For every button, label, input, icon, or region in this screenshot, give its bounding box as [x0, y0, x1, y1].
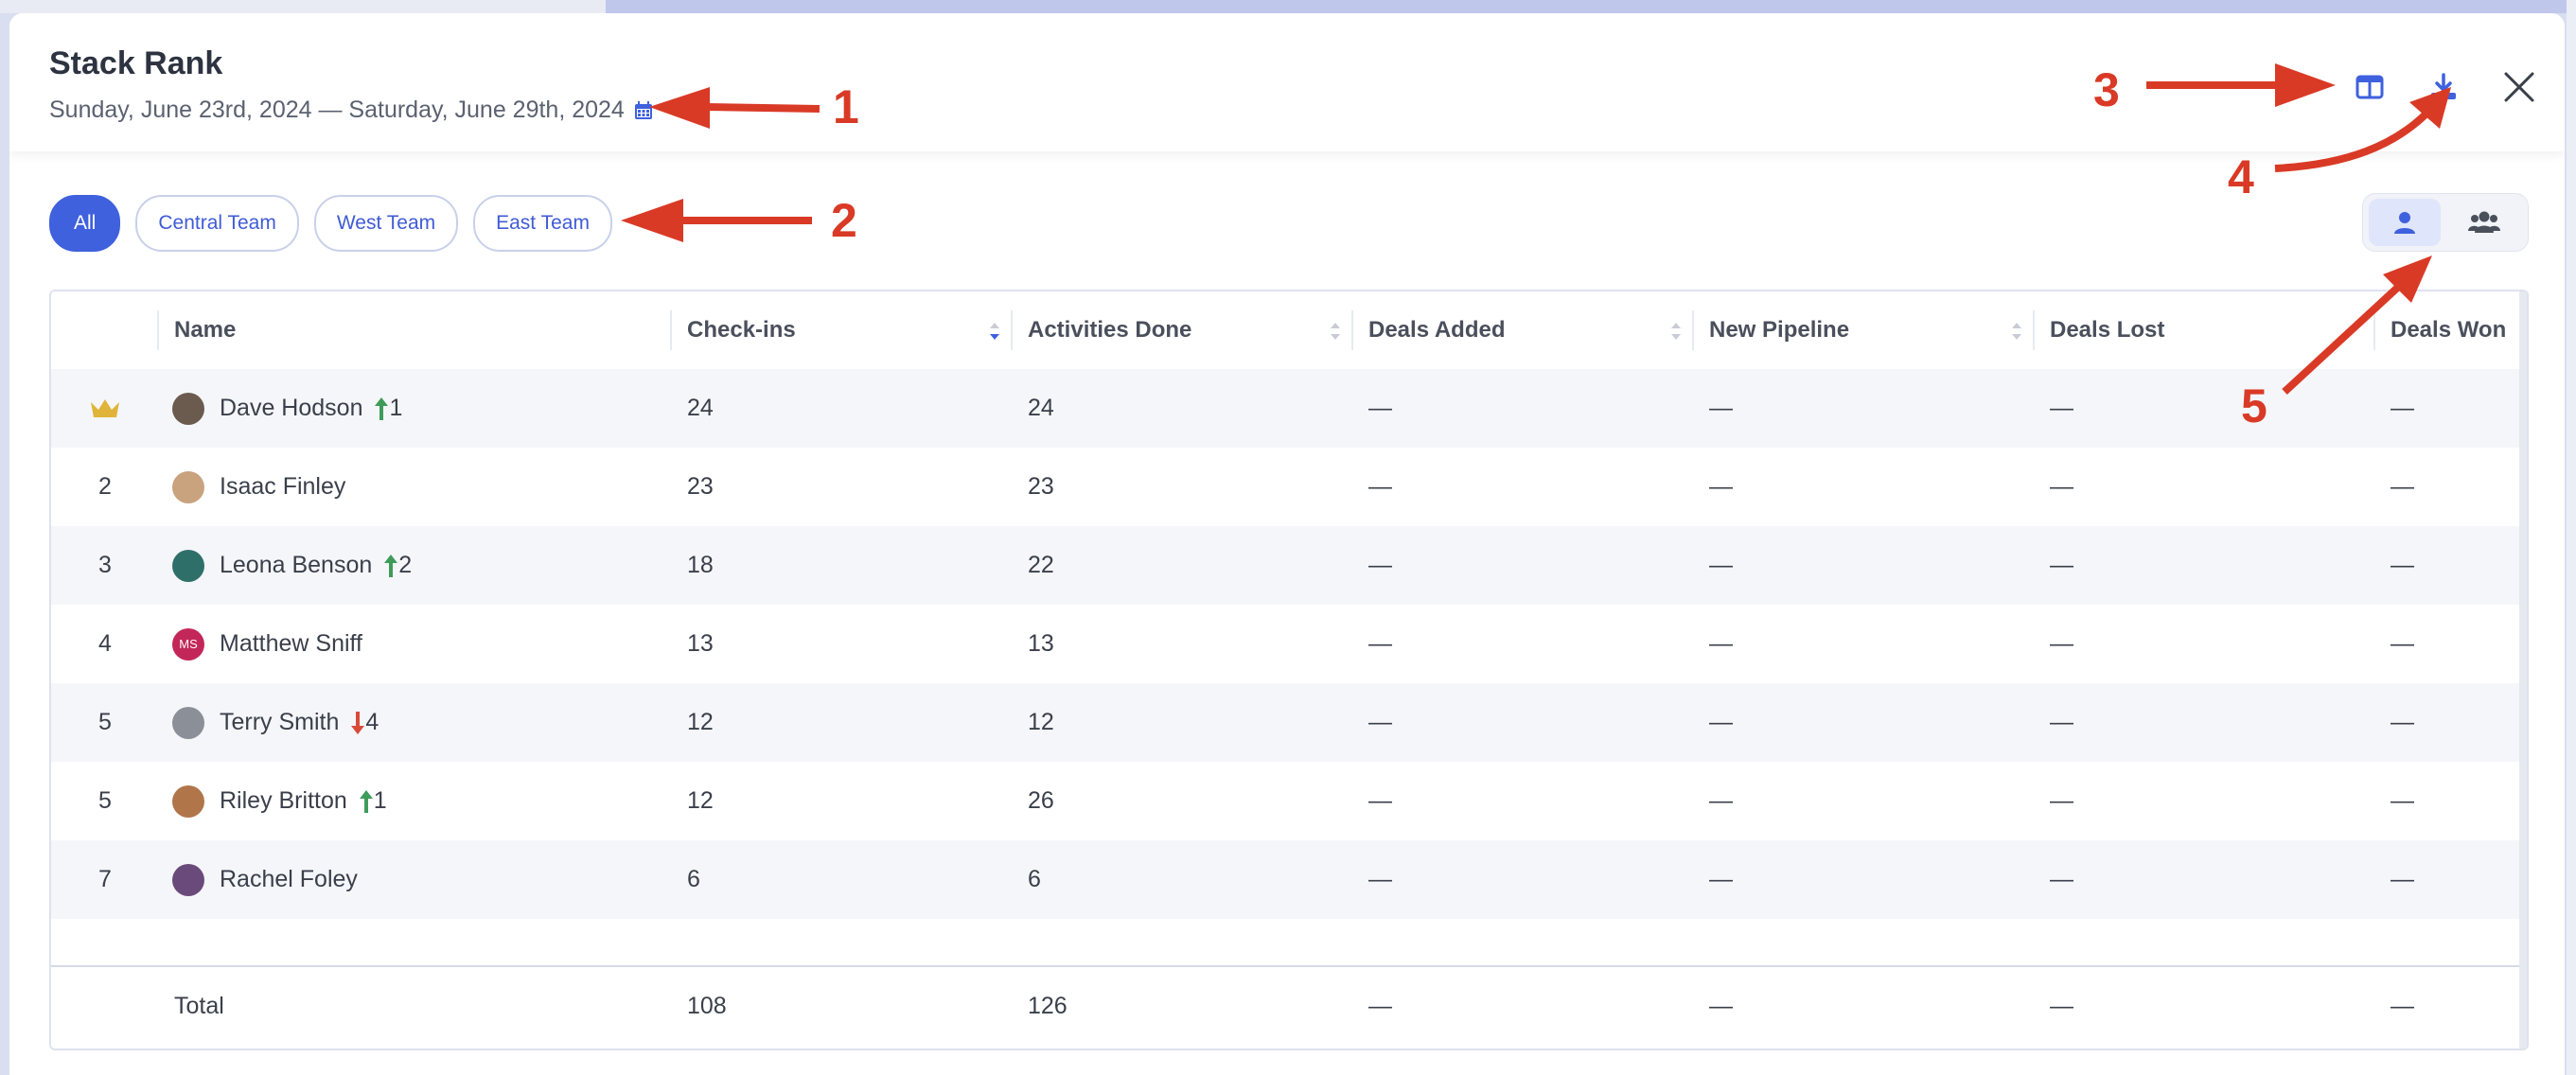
- annotation-3: 3: [2093, 63, 2120, 116]
- annotation-4: 4: [2228, 150, 2254, 203]
- background-app-right: [2567, 0, 2576, 1075]
- annotation-2: 2: [831, 194, 857, 247]
- annotation-arrows: [621, 63, 2451, 395]
- stack-rank-modal: Stack Rank Sunday, June 23rd, 2024 — Sat…: [9, 13, 2565, 1075]
- annotation-5: 5: [2241, 379, 2267, 432]
- annotation-1: 1: [833, 80, 859, 133]
- background-app-strip: [606, 0, 2576, 13]
